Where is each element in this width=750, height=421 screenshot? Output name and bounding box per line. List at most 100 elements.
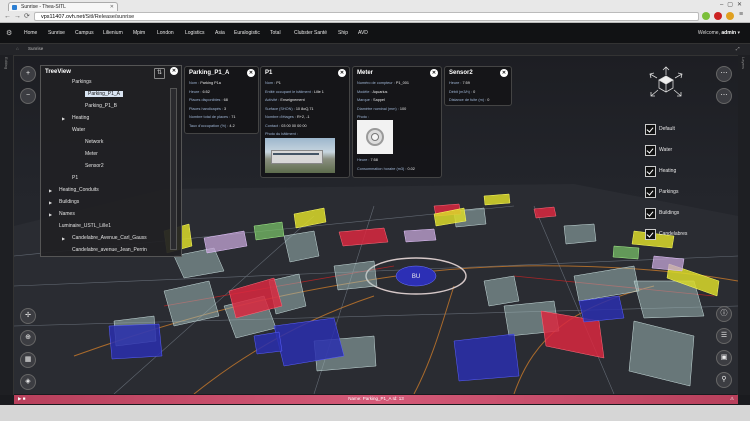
- legend-checkbox[interactable]: [645, 229, 656, 240]
- tree-scrollbar[interactable]: [170, 88, 177, 250]
- info-value: Enseignement: [280, 98, 305, 102]
- tree-item[interactable]: Meter: [85, 151, 98, 157]
- legend-checkbox[interactable]: [645, 187, 656, 198]
- info-key: Photo :: [357, 115, 370, 119]
- menu-item-avd[interactable]: AVD: [358, 30, 368, 36]
- menu-item-euralogistic[interactable]: Euralogistic: [234, 30, 260, 36]
- legend-checkbox[interactable]: [645, 124, 656, 135]
- tree-item[interactable]: Buildings: [59, 199, 79, 205]
- info-key: Distance de fuite (m) :: [449, 98, 487, 102]
- sort-icon[interactable]: ⇅: [154, 68, 165, 79]
- tree-item[interactable]: Parkings: [72, 79, 91, 85]
- tree-item[interactable]: Candelabre_avenue_Jean_Perrin: [72, 247, 147, 253]
- info-row: Contact : 03 00 00 00 00: [265, 124, 307, 128]
- menu-item-ship[interactable]: Ship: [338, 30, 348, 36]
- adblock-icon[interactable]: [714, 12, 722, 20]
- extension-icon[interactable]: [702, 12, 710, 20]
- legend-checkbox[interactable]: [645, 166, 656, 177]
- nav-buttons[interactable]: ←→⟳: [4, 12, 33, 20]
- browser-chrome: Sunrise - Thea-SITL ✕ –▢✕ ←→⟳ vps11407.o…: [0, 0, 750, 23]
- location-button[interactable]: ⚲: [716, 372, 732, 388]
- expand-icon[interactable]: ⤢: [736, 46, 740, 51]
- tree-item-selected[interactable]: Parking_P1_A: [85, 91, 123, 97]
- close-p1-panel-button[interactable]: ✕: [338, 69, 346, 77]
- more-button[interactable]: ⋯: [716, 88, 732, 104]
- filter-button[interactable]: ⋯: [716, 66, 732, 82]
- tree-item[interactable]: Candelabre_Avenue_Carl_Gauss: [72, 235, 147, 241]
- info-key: Nom :: [189, 81, 200, 85]
- tree-item[interactable]: Names: [59, 211, 75, 217]
- menu-item-campus[interactable]: Campus: [75, 30, 94, 36]
- info-key: Nom :: [265, 81, 276, 85]
- info-row: Nom : P1: [265, 81, 281, 85]
- menu-item-home[interactable]: Home: [24, 30, 37, 36]
- legend-label: Candelabres: [659, 231, 688, 237]
- close-sensor-panel-button[interactable]: ✕: [500, 69, 508, 77]
- info-key: Heure :: [357, 158, 370, 162]
- url-path: /Sitl/Release/sunrise: [84, 14, 135, 20]
- close-tab-icon[interactable]: ✕: [110, 3, 114, 12]
- info-row: Heure : 7:58: [357, 158, 378, 162]
- close-meter-panel-button[interactable]: ✕: [430, 69, 438, 77]
- close-treeview-button[interactable]: ✕: [170, 67, 178, 75]
- legend-checkbox[interactable]: [645, 145, 656, 156]
- info-row: Heure : 6:52: [189, 90, 210, 94]
- warning-icon[interactable]: ⚠: [730, 396, 734, 402]
- menu-item-mpim[interactable]: Mpim: [133, 30, 145, 36]
- info-value: 7:59: [462, 81, 470, 85]
- menu-item-total[interactable]: Total: [270, 30, 281, 36]
- meter-photo: [357, 120, 393, 154]
- address-bar[interactable]: vps11407.ovh.net/Sitl/Release/sunrise: [34, 12, 699, 21]
- info-value: 71: [231, 115, 236, 119]
- tree-item[interactable]: Heating: [72, 115, 89, 121]
- welcome-text[interactable]: Welcome, admin ▾: [698, 30, 740, 36]
- list-button[interactable]: ☰: [716, 328, 732, 344]
- menu-item-sunrise[interactable]: Sunrise: [48, 30, 65, 36]
- info-row: Distance de fuite (m) : 0: [449, 98, 489, 102]
- tree-expand-icon[interactable]: ▶: [49, 200, 52, 205]
- tree-item[interactable]: P1: [72, 175, 78, 181]
- fullscreen-button[interactable]: ⊕: [20, 330, 36, 346]
- zoom-out-button[interactable]: −: [20, 88, 36, 104]
- left-strip-label[interactable]: Editing: [4, 57, 9, 69]
- browser-tab[interactable]: Sunrise - Thea-SITL ✕: [8, 2, 118, 11]
- project-label: Sunrise: [28, 46, 44, 51]
- info-row: Taux d'occupation (%) : 4.2: [189, 124, 235, 128]
- info-key: Débit (m3/h) :: [449, 89, 472, 94]
- home-view-button[interactable]: ✢: [20, 308, 36, 324]
- info-key: Nombre d'étages :: [265, 115, 296, 119]
- tree-expand-icon[interactable]: ▶: [49, 212, 52, 217]
- tree-item[interactable]: Heating_Conduits: [59, 187, 99, 193]
- tree-item[interactable]: Luminaire_USTL_Lille1: [59, 223, 111, 229]
- tree-expand-icon[interactable]: ▶: [49, 188, 52, 193]
- info-value: 0.02: [407, 166, 415, 171]
- app-logo-icon: ⚙: [6, 30, 13, 37]
- tree-expand-icon[interactable]: ▶: [62, 236, 65, 241]
- layers-button[interactable]: ◈: [20, 374, 36, 390]
- menu-item-clubster[interactable]: Clubster Santé: [294, 30, 327, 36]
- close-parking-panel-button[interactable]: ✕: [247, 69, 255, 77]
- status-left-icon[interactable]: ▶ ■: [18, 396, 25, 402]
- tree-item[interactable]: Network: [85, 139, 103, 145]
- tree-item[interactable]: Sensor2: [85, 163, 104, 169]
- menu-icon[interactable]: ≡: [739, 11, 743, 18]
- tree-item[interactable]: Water: [72, 127, 85, 133]
- window-controls[interactable]: –▢✕: [720, 1, 746, 8]
- zoom-in-button[interactable]: +: [20, 66, 36, 82]
- menu-item-london[interactable]: London: [157, 30, 174, 36]
- menu-item-lilienium[interactable]: Lilienium: [103, 30, 123, 36]
- grid-button[interactable]: ▦: [20, 352, 36, 368]
- info-value: 4.2: [229, 123, 235, 128]
- legend-checkbox[interactable]: [645, 208, 656, 219]
- info-button[interactable]: ⓘ: [716, 306, 732, 322]
- info-key: Entité occupant le bâtiment :: [265, 89, 313, 94]
- home-icon[interactable]: ⌂: [16, 46, 19, 51]
- message-button[interactable]: ▣: [716, 350, 732, 366]
- extension-icon[interactable]: [726, 12, 734, 20]
- tree-item[interactable]: Parking_P1_B: [85, 103, 117, 109]
- menu-item-logistics[interactable]: Logistics: [185, 30, 204, 36]
- menu-item-asia[interactable]: Asia: [215, 30, 225, 36]
- tree-expand-icon[interactable]: ▶: [62, 116, 65, 121]
- info-value: 10 8oQ,71: [295, 106, 314, 111]
- right-strip-label[interactable]: Layers: [741, 57, 746, 69]
